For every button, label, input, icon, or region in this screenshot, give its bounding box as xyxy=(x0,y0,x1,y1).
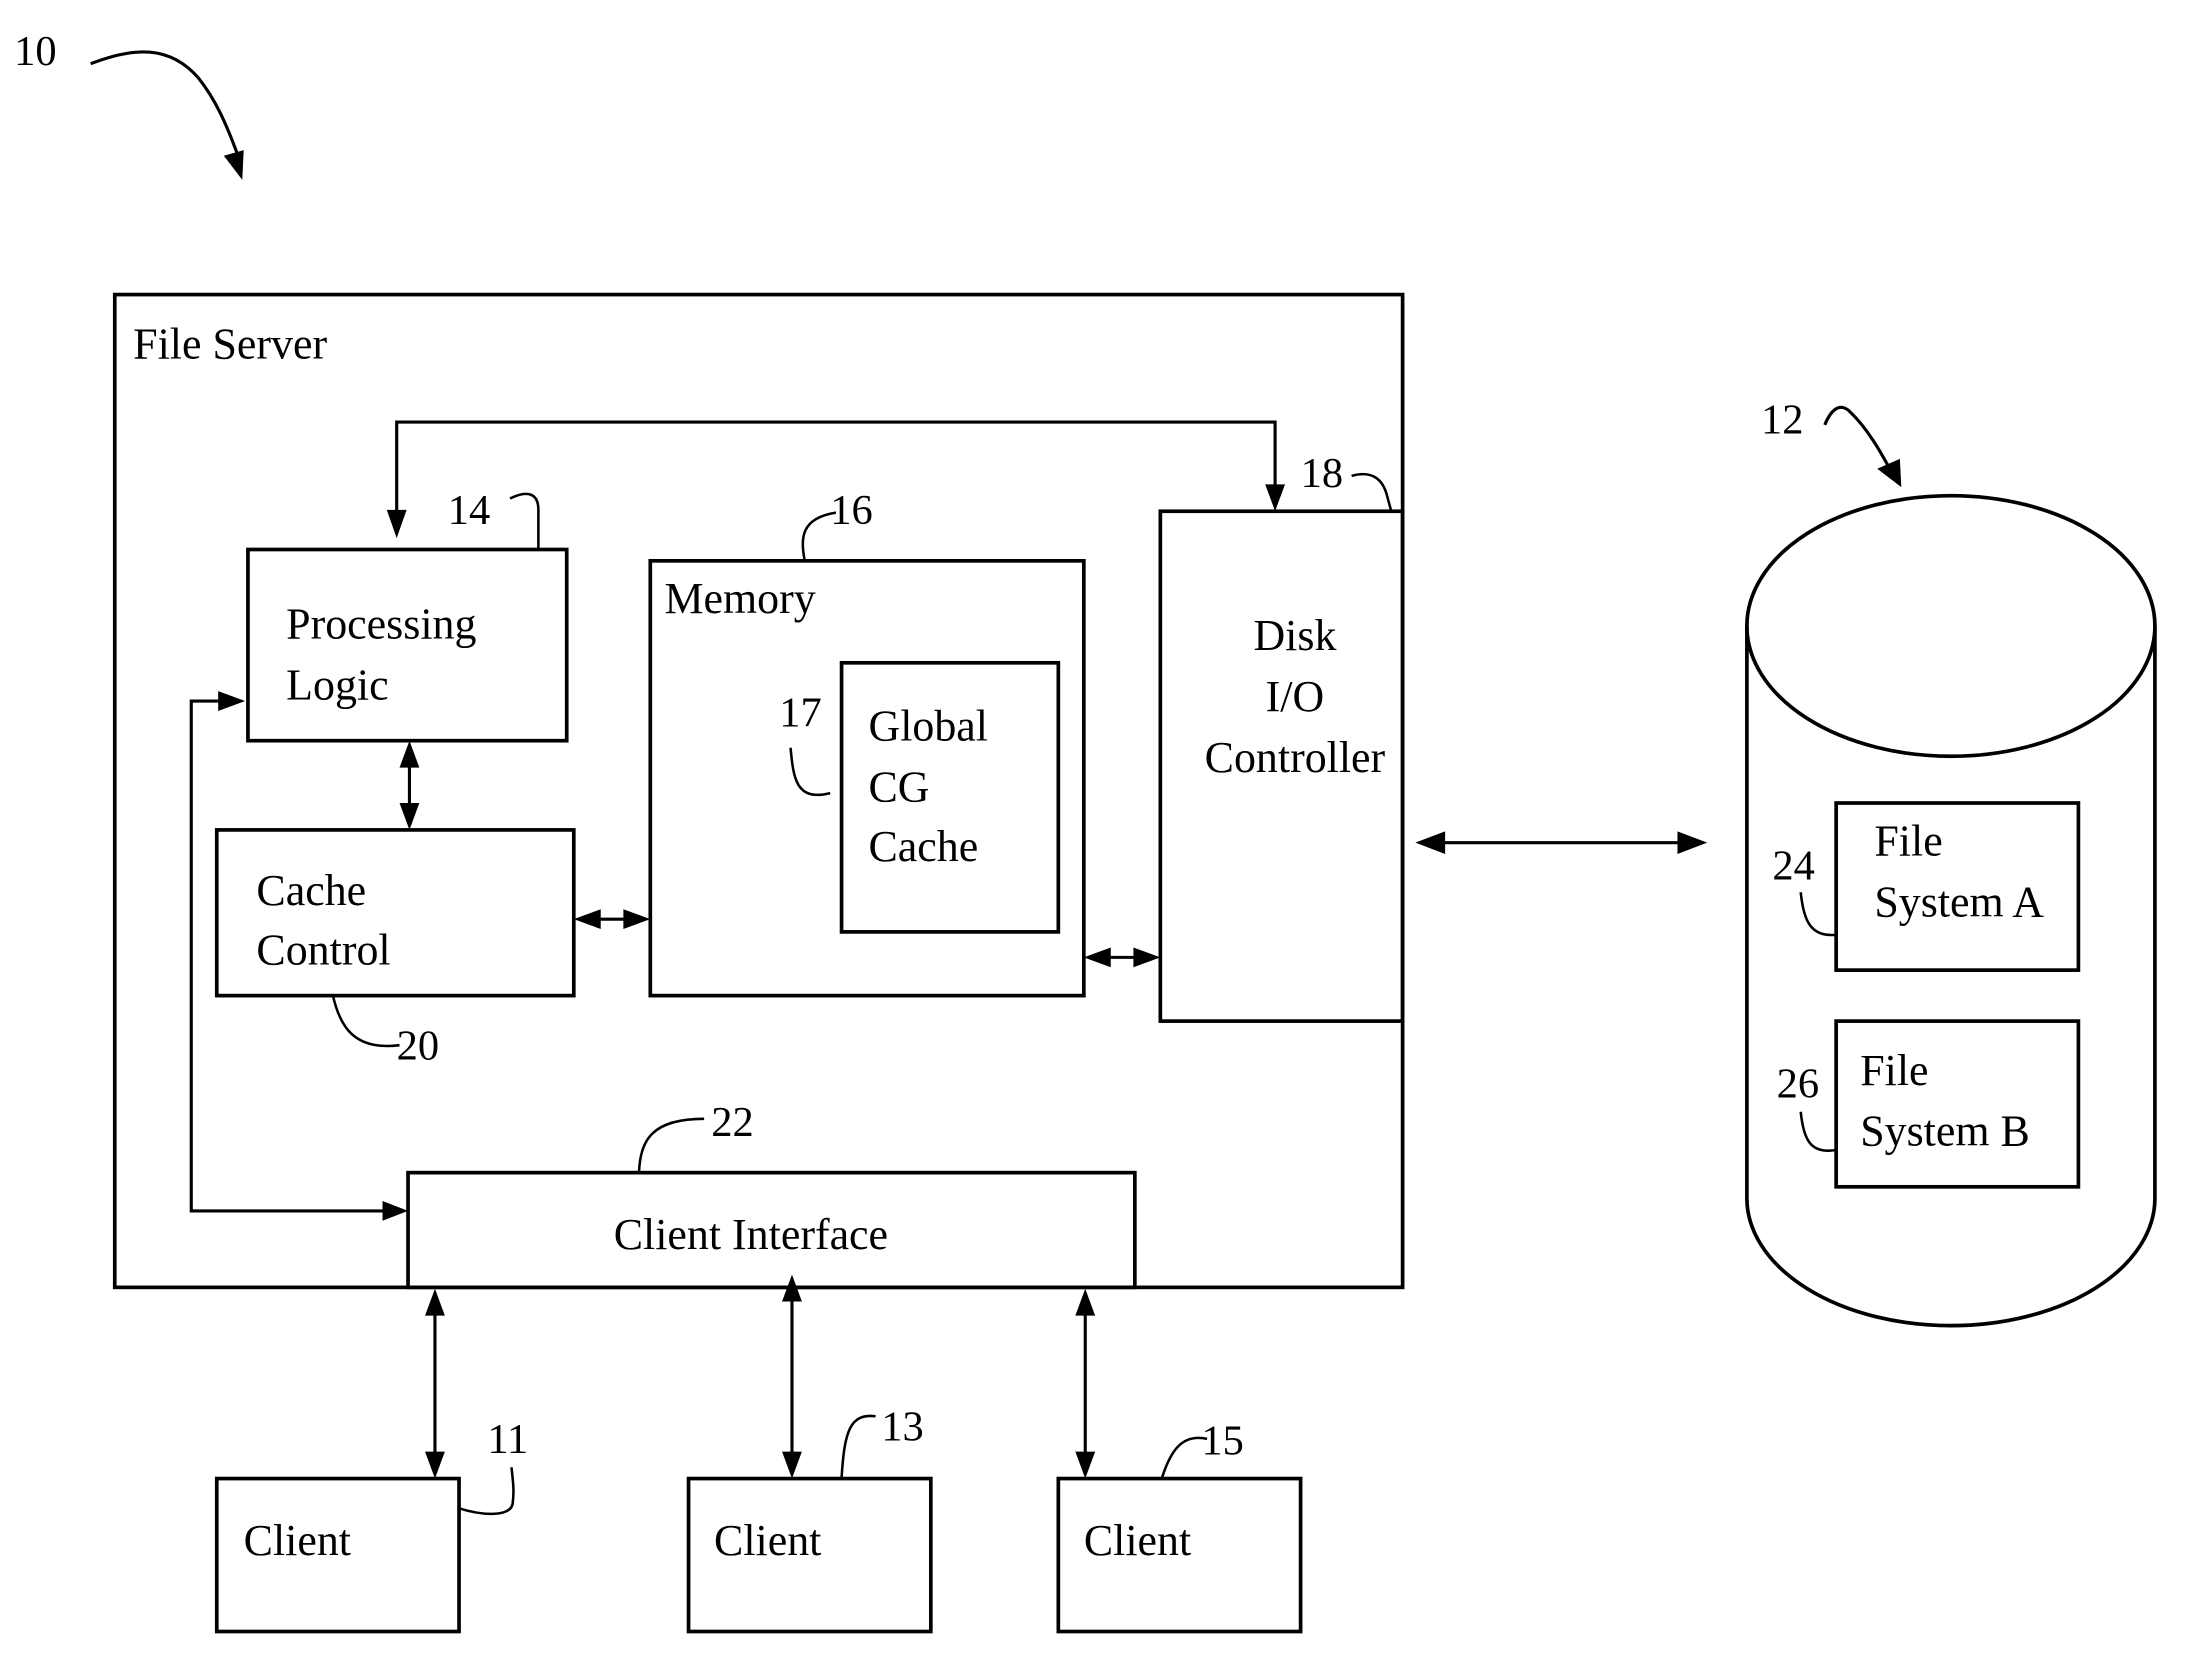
processing-logic-ref: 14 xyxy=(448,487,490,534)
file-server-diagram: 10 File Server Processing Logic 14 Cache… xyxy=(14,28,2157,1634)
figure-ref-label: 10 xyxy=(14,28,56,75)
figure-ref-leader xyxy=(90,50,240,157)
disk-io-controller-label-line2: I/O xyxy=(1266,673,1325,721)
client-13[interactable]: Client 13 xyxy=(686,1403,933,1634)
global-cg-cache-label-line3: Cache xyxy=(868,823,978,871)
arrowhead-down-icon xyxy=(386,509,407,539)
client-label: Client xyxy=(714,1517,821,1565)
file-server-title: File Server xyxy=(133,320,327,368)
client-11[interactable]: Client 11 xyxy=(214,1416,529,1634)
arrowhead-right-icon xyxy=(623,909,651,930)
storage-cylinder-body[interactable] xyxy=(1745,625,2157,1328)
cache-control[interactable]: Cache Control 20 xyxy=(214,828,576,1069)
arrowhead-down-icon xyxy=(1265,484,1286,512)
global-cg-cache-label-line1: Global xyxy=(868,703,988,751)
client-label: Client xyxy=(244,1517,351,1565)
arrowhead-up-icon xyxy=(1075,1288,1096,1316)
arrowhead-left-icon xyxy=(1415,831,1446,854)
figure-ref-arrowhead-icon xyxy=(223,150,244,180)
file-server-box xyxy=(112,292,1405,1290)
file-system-b-ref: 26 xyxy=(1777,1061,1819,1108)
cache-control-label-line2: Control xyxy=(256,926,390,974)
file-system-a-ref: 24 xyxy=(1772,842,1814,889)
memory-ref: 16 xyxy=(830,487,872,534)
arrowhead-up-icon xyxy=(425,1288,445,1316)
client-ref: 15 xyxy=(1201,1417,1243,1464)
client-interface-leader xyxy=(637,1117,705,1173)
processing-logic[interactable]: Processing Logic 14 xyxy=(246,487,569,743)
memory-title: Memory xyxy=(664,575,815,623)
memory[interactable]: Memory 16 xyxy=(648,487,1086,998)
global-cg-cache-ref: 17 xyxy=(779,690,821,737)
arrowhead-right-icon xyxy=(382,1200,409,1221)
file-system-a-label-line2: System A xyxy=(1874,878,2044,926)
connector-client-13 xyxy=(782,1274,802,1479)
file-system-b-leader xyxy=(1799,1111,1837,1152)
arrowhead-right-icon xyxy=(218,691,246,711)
arrowhead-left-icon xyxy=(573,909,601,930)
cache-control-leader xyxy=(331,995,400,1048)
client-interface[interactable]: Client Interface 22 xyxy=(406,1099,1137,1290)
client-ref: 11 xyxy=(487,1416,528,1463)
global-cg-cache[interactable]: Global CG Cache 17 xyxy=(779,660,1061,934)
client-leader xyxy=(1160,1436,1208,1479)
arrowhead-down-icon xyxy=(399,803,420,830)
connector-client-11 xyxy=(425,1288,445,1479)
storage-ref: 12 xyxy=(1761,396,1803,443)
storage-ref-leader xyxy=(1823,405,1895,476)
client-interface-ref: 22 xyxy=(711,1099,753,1146)
storage-cylinder-top[interactable] xyxy=(1745,493,2157,759)
arrowhead-left-icon xyxy=(1083,947,1111,968)
processing-logic-label-line2: Logic xyxy=(286,662,388,710)
arrowhead-right-icon xyxy=(1677,831,1708,854)
processing-logic-leader xyxy=(509,492,540,550)
disk-io-controller-label-line1: Disk xyxy=(1253,612,1336,660)
disk-io-controller-label-line3: Controller xyxy=(1205,734,1386,782)
file-system-a-label-line1: File xyxy=(1874,817,1942,865)
processing-logic-label-line1: Processing xyxy=(286,601,476,649)
connector-disk-storage xyxy=(1415,831,1708,854)
file-system-b[interactable]: File System B 26 xyxy=(1777,1019,2081,1189)
arrowhead-down-icon xyxy=(425,1451,445,1479)
client-label: Client xyxy=(1084,1517,1191,1565)
file-system-b-label-line1: File xyxy=(1860,1047,1928,1095)
storage-ref-arrowhead-icon xyxy=(1877,458,1902,488)
disk-io-controller-ref: 18 xyxy=(1301,450,1343,497)
figure-ref-10: 10 xyxy=(14,28,244,180)
client-leader xyxy=(840,1414,876,1479)
arrowhead-up-icon xyxy=(399,740,420,768)
file-server: File Server xyxy=(112,292,1405,1290)
client-interface-label: Client Interface xyxy=(614,1211,888,1259)
connector-memory-disk xyxy=(1083,947,1161,968)
client-ref: 13 xyxy=(881,1403,923,1450)
client-15[interactable]: Client 15 xyxy=(1056,1417,1303,1634)
global-cg-cache-leader xyxy=(789,747,831,797)
connector-processing-cache xyxy=(399,740,420,830)
connector-cache-memory xyxy=(573,909,651,930)
arrowhead-right-icon xyxy=(1133,947,1161,968)
connector-client-15 xyxy=(1075,1288,1096,1479)
file-system-b-label-line2: System B xyxy=(1860,1108,2030,1156)
global-cg-cache-label-line2: CG xyxy=(868,764,929,812)
file-system-a[interactable]: File System A 24 xyxy=(1772,801,2081,972)
cache-control-label-line1: Cache xyxy=(256,867,366,915)
disk-io-controller[interactable]: Disk I/O Controller 18 xyxy=(1158,450,1405,1023)
disk-io-controller-leader xyxy=(1351,472,1393,512)
client-leader xyxy=(458,1467,515,1516)
arrowhead-down-icon xyxy=(782,1451,802,1479)
file-system-a-leader xyxy=(1799,892,1837,937)
arrowhead-down-icon xyxy=(1075,1451,1096,1479)
cache-control-ref: 20 xyxy=(397,1022,439,1069)
